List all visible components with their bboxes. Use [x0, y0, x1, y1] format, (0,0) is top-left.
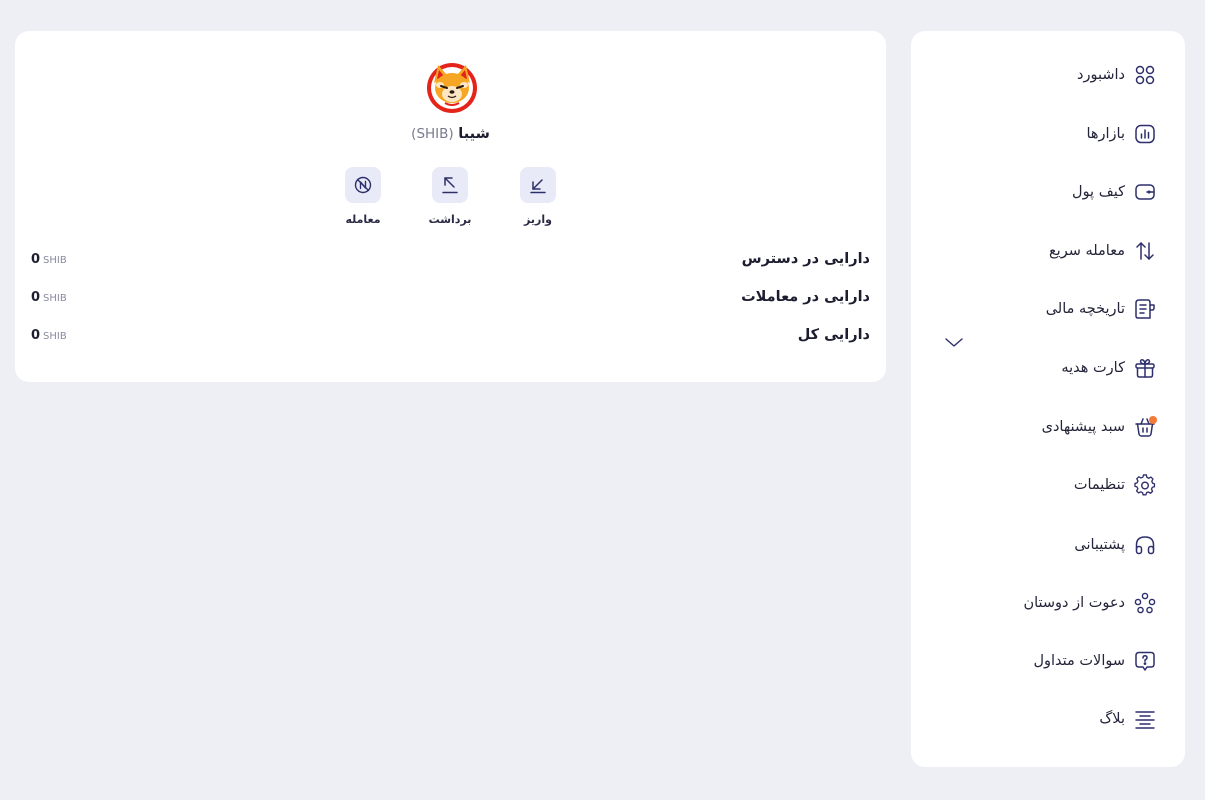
balance-amount: 0	[31, 327, 41, 343]
sidebar-item-invite-friends[interactable]: دعوت از دوستان	[1023, 587, 1157, 619]
deposit-icon	[520, 167, 556, 203]
withdraw-icon	[432, 167, 468, 203]
sidebar-item-label: تاریخچه مالی	[1045, 301, 1125, 317]
balance-amount: 0	[31, 289, 41, 305]
notification-dot	[1149, 416, 1157, 424]
sidebar-item-label: داشبورد	[1077, 67, 1125, 83]
sidebar-item-suggested-basket[interactable]: سبد پیشنهادی	[1042, 411, 1157, 443]
balance-row-in-trades: 0 SHIB دارایی در معاملات	[31, 286, 870, 308]
gift-icon	[1133, 356, 1157, 380]
balance-unit: SHIB	[43, 330, 67, 342]
trade-label: معامله	[345, 213, 381, 226]
sidebar-item-blog[interactable]: بلاگ	[1099, 703, 1157, 735]
swap-arrows-icon	[1133, 239, 1157, 263]
balance-row-total: 0 SHIB دارایی کل	[31, 324, 870, 346]
balance-unit: SHIB	[43, 254, 67, 266]
sidebar-item-financial-history[interactable]: تاریخچه مالی	[1046, 293, 1157, 325]
sidebar-item-label: کارت هدیه	[1061, 360, 1125, 376]
balance-unit: SHIB	[43, 292, 67, 304]
deposit-button[interactable]: واریز	[508, 167, 568, 226]
sidebar-item-label: بلاگ	[1099, 711, 1125, 727]
sidebar-item-dashboard[interactable]: داشبورد	[1077, 59, 1157, 91]
basket-icon	[1133, 415, 1157, 439]
gear-icon	[1133, 473, 1157, 497]
headphones-icon	[1133, 533, 1157, 557]
withdraw-button[interactable]: برداشت	[420, 167, 480, 226]
question-chat-icon	[1133, 649, 1157, 673]
sidebar-item-label: دعوت از دوستان	[1023, 595, 1125, 611]
trade-button[interactable]: معامله	[333, 167, 393, 226]
sidebar-item-settings[interactable]: تنظیمات	[1074, 469, 1157, 501]
balance-value: 0 SHIB	[31, 252, 67, 267]
withdraw-label: برداشت	[428, 213, 472, 226]
users-invite-icon	[1133, 591, 1157, 615]
sidebar-item-label: بازارها	[1086, 126, 1125, 142]
trade-icon	[345, 167, 381, 203]
balance-value: 0 SHIB	[31, 290, 67, 305]
balance-label: دارایی در معاملات	[741, 289, 870, 305]
sidebar-item-wallet[interactable]: کیف پول	[1072, 176, 1157, 208]
balance-amount: 0	[31, 251, 41, 267]
balance-label: دارایی در دسترس	[741, 251, 870, 267]
coin-title: شیبا (SHIB)	[15, 126, 886, 142]
coin-name: شیبا	[458, 126, 490, 142]
sidebar-item-label: کیف پول	[1072, 184, 1125, 200]
sidebar-item-support[interactable]: پشتیبانی	[1074, 529, 1157, 561]
dashboard-grid-icon	[1133, 63, 1157, 87]
sidebar-item-label: تنظیمات	[1073, 477, 1125, 493]
coin-symbol: (SHIB)	[411, 126, 454, 142]
balance-label: دارایی کل	[797, 327, 870, 343]
blog-lines-icon	[1133, 707, 1157, 731]
sidebar-item-label: پشتیبانی	[1074, 537, 1125, 553]
sidebar-item-gift-card[interactable]: کارت هدیه	[1061, 352, 1157, 384]
sidebar-item-label: سبد پیشنهادی	[1041, 419, 1125, 435]
sidebar-item-label: سوالات متداول	[1033, 653, 1125, 669]
sidebar-item-markets[interactable]: بازارها	[1086, 118, 1157, 150]
chevron-down-icon[interactable]	[943, 331, 965, 353]
receipt-history-icon	[1133, 297, 1157, 321]
sidebar-item-quick-trade[interactable]: معامله سریع	[1049, 235, 1157, 267]
sidebar-item-faq[interactable]: سوالات متداول	[1033, 645, 1157, 677]
asset-card: شیبا (SHIB) واریز برداشت معامله 0 SHIB د…	[15, 31, 886, 382]
balance-row-available: 0 SHIB دارایی در دسترس	[31, 248, 870, 270]
markets-chart-icon	[1133, 122, 1157, 146]
wallet-icon	[1133, 180, 1157, 204]
sidebar-item-label: معامله سریع	[1048, 243, 1125, 259]
shiba-inu-logo	[425, 61, 479, 115]
balance-value: 0 SHIB	[31, 328, 67, 343]
deposit-label: واریز	[524, 213, 552, 226]
sidebar: داشبورد بازارها کیف پول معامله سریع تاری…	[911, 31, 1185, 767]
